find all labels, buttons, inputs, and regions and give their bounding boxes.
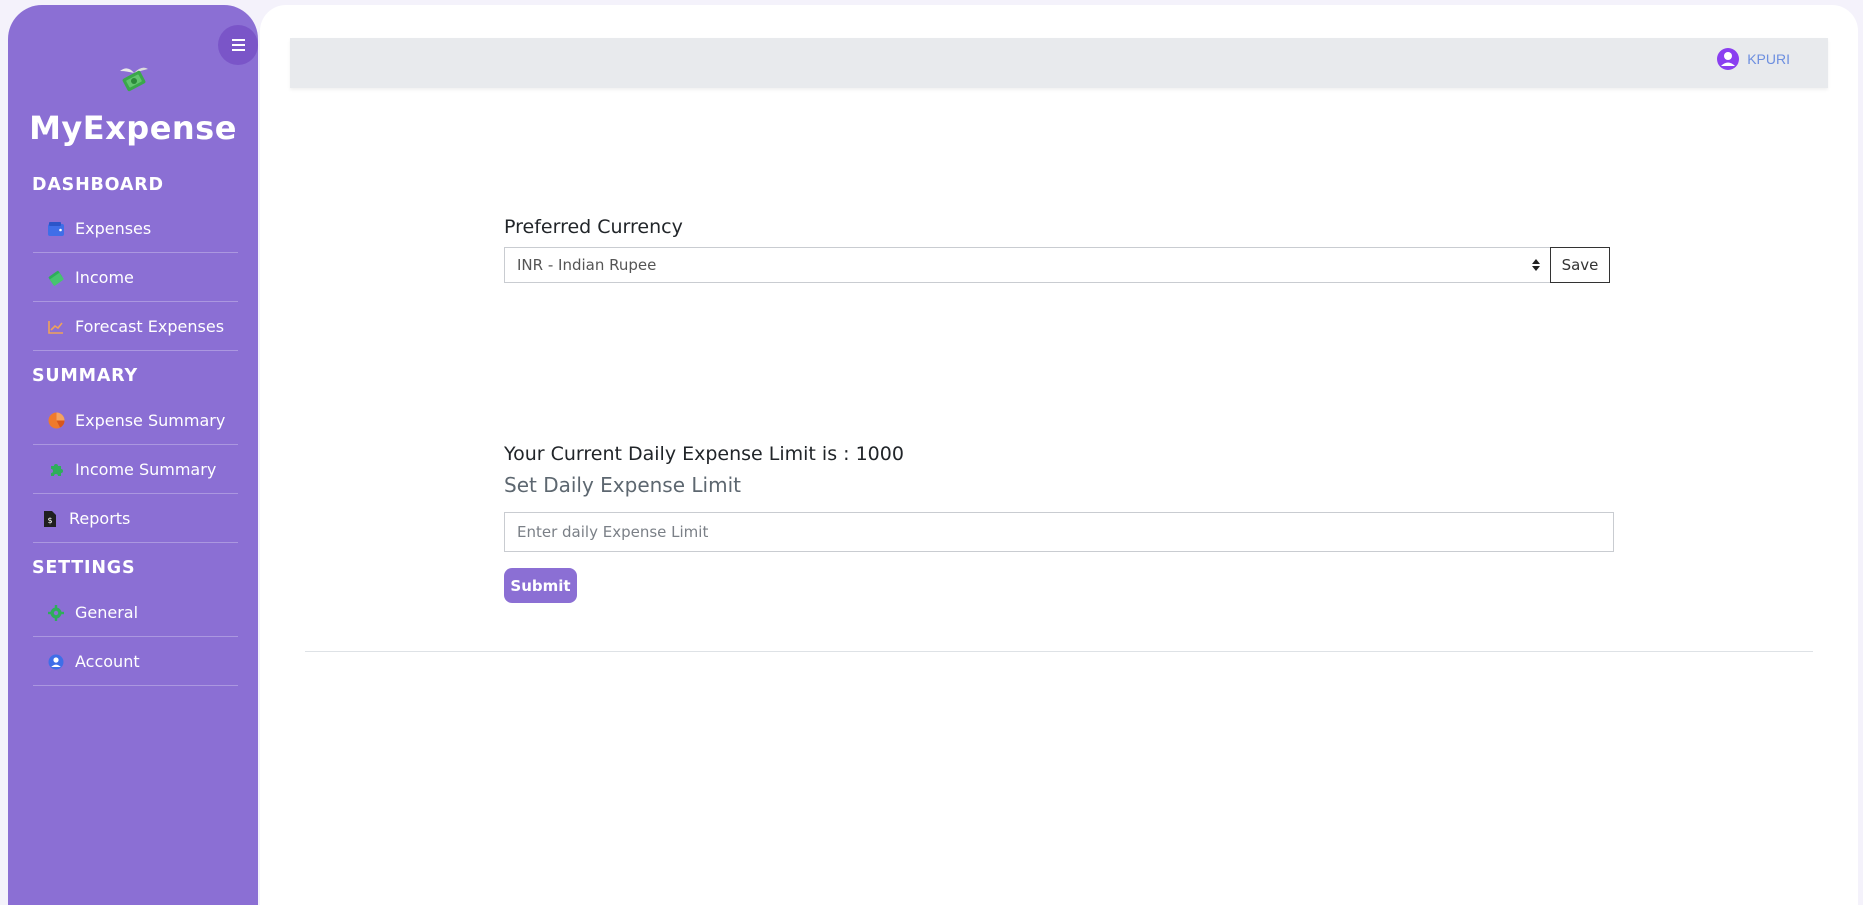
sidebar-item-label: Account bbox=[75, 652, 140, 671]
section-title-dashboard: DASHBOARD bbox=[32, 175, 164, 195]
chart-line-icon bbox=[47, 318, 65, 336]
svg-text:$: $ bbox=[47, 516, 52, 525]
pie-chart-icon bbox=[47, 412, 65, 430]
sidebar-item-label: Expense Summary bbox=[75, 411, 226, 430]
select-arrows-icon bbox=[1532, 258, 1540, 272]
sidebar-item-label: Forecast Expenses bbox=[75, 317, 225, 336]
sidebar-item-forecast-expenses[interactable]: Forecast Expenses bbox=[33, 303, 238, 351]
current-limit-text: Your Current Daily Expense Limit is : 10… bbox=[504, 443, 904, 465]
divider bbox=[305, 651, 1813, 652]
current-limit-label: Your Current Daily Expense Limit is : bbox=[504, 443, 856, 465]
top-bar: KPURI bbox=[290, 38, 1828, 88]
sidebar-item-label: Income bbox=[75, 268, 134, 287]
sidebar-item-reports[interactable]: $ Reports bbox=[33, 495, 238, 543]
section-title-summary: SUMMARY bbox=[32, 366, 138, 386]
daily-limit-placeholder: Enter daily Expense Limit bbox=[517, 523, 709, 541]
sidebar-item-label: Expenses bbox=[75, 219, 152, 238]
user-name: KPURI bbox=[1747, 51, 1790, 67]
menu-toggle-button[interactable] bbox=[218, 25, 258, 65]
hamburger-icon bbox=[231, 38, 245, 53]
file-invoice-icon: $ bbox=[41, 510, 59, 528]
gear-icon bbox=[47, 604, 65, 622]
submit-button[interactable]: Submit bbox=[504, 568, 577, 603]
sidebar-item-account[interactable]: Account bbox=[33, 638, 238, 686]
sidebar-item-expenses[interactable]: Expenses bbox=[33, 205, 238, 253]
sidebar-item-income[interactable]: Income bbox=[33, 254, 238, 302]
sidebar-item-label: Reports bbox=[69, 509, 131, 528]
user-circle-icon bbox=[1717, 48, 1740, 70]
set-limit-heading: Set Daily Expense Limit bbox=[504, 473, 741, 497]
current-limit-value: 1000 bbox=[855, 443, 904, 465]
currency-select[interactable]: INR - Indian Rupee bbox=[504, 247, 1551, 283]
brand-title: MyExpense bbox=[29, 109, 237, 147]
money-icon bbox=[47, 269, 65, 287]
money-with-wings-icon bbox=[120, 67, 148, 92]
sidebar-item-income-summary[interactable]: Income Summary bbox=[33, 446, 238, 494]
wallet-icon bbox=[47, 220, 65, 238]
sidebar-item-expense-summary[interactable]: Expense Summary bbox=[33, 397, 238, 445]
sidebar-item-label: General bbox=[75, 603, 139, 622]
save-button[interactable]: Save bbox=[1550, 247, 1610, 283]
preferred-currency-label: Preferred Currency bbox=[504, 216, 683, 238]
puzzle-icon bbox=[47, 461, 65, 479]
user-menu[interactable]: KPURI bbox=[1716, 47, 1790, 71]
daily-limit-input[interactable]: Enter daily Expense Limit bbox=[504, 512, 1614, 552]
sidebar-item-label: Income Summary bbox=[75, 460, 217, 479]
sidebar-item-general[interactable]: General bbox=[33, 589, 238, 637]
currency-select-value: INR - Indian Rupee bbox=[517, 256, 657, 274]
main-content: KPURI Preferred Currency INR - Indian Ru… bbox=[260, 5, 1858, 905]
sidebar: MyExpense DASHBOARD Expenses Income Fore… bbox=[8, 5, 258, 905]
user-circle-icon bbox=[47, 653, 65, 671]
section-title-settings: SETTINGS bbox=[32, 558, 136, 578]
